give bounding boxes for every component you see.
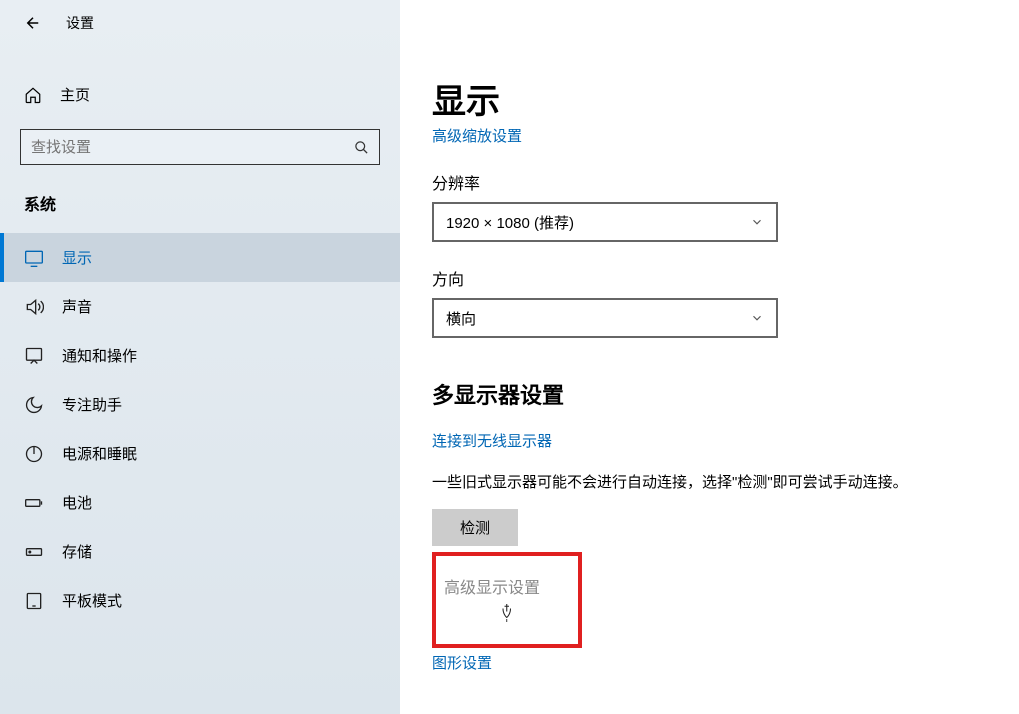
- sidebar-item-label: 显示: [62, 247, 92, 268]
- sidebar-item-label: 存储: [62, 541, 92, 562]
- sidebar-item-focus[interactable]: 专注助手: [0, 380, 400, 429]
- orientation-label: 方向: [432, 266, 995, 290]
- sidebar-home[interactable]: 主页: [20, 76, 380, 113]
- back-button[interactable]: [24, 14, 42, 32]
- detect-description: 一些旧式显示器可能不会进行自动连接，选择"检测"即可尝试手动连接。: [432, 471, 995, 495]
- search-icon: [354, 140, 369, 155]
- sidebar-item-label: 专注助手: [62, 394, 122, 415]
- power-icon: [24, 444, 44, 464]
- focus-icon: [24, 395, 44, 415]
- sidebar-item-label: 平板模式: [62, 590, 122, 611]
- sidebar-item-display[interactable]: 显示: [0, 233, 400, 282]
- multi-display-heading: 多显示器设置: [432, 378, 995, 410]
- sidebar-item-notifications[interactable]: 通知和操作: [0, 331, 400, 380]
- storage-icon: [24, 542, 44, 562]
- sidebar-item-battery[interactable]: 电池: [0, 478, 400, 527]
- wireless-display-link[interactable]: 连接到无线显示器: [432, 430, 552, 451]
- cursor-icon: [500, 602, 518, 624]
- sidebar-item-tablet[interactable]: 平板模式: [0, 576, 400, 625]
- battery-icon: [24, 493, 44, 513]
- sound-icon: [24, 297, 44, 317]
- chevron-down-icon: [750, 311, 764, 325]
- sidebar-item-storage[interactable]: 存储: [0, 527, 400, 576]
- orientation-value: 横向: [446, 308, 476, 329]
- main-content: 显示 高级缩放设置 分辨率 1920 × 1080 (推荐) 方向 横向 多显示…: [400, 0, 1019, 714]
- advanced-display-link[interactable]: 高级显示设置: [444, 580, 540, 597]
- titlebar: 设置: [0, 0, 400, 46]
- sidebar-item-sound[interactable]: 声音: [0, 282, 400, 331]
- sidebar-home-label: 主页: [60, 84, 90, 105]
- highlight-box: 高级显示设置: [432, 552, 582, 648]
- sidebar-item-label: 电池: [62, 492, 92, 513]
- orientation-dropdown[interactable]: 横向: [432, 298, 778, 338]
- graphics-settings-link[interactable]: 图形设置: [432, 652, 995, 673]
- display-icon: [24, 248, 44, 268]
- tablet-icon: [24, 591, 44, 611]
- sidebar-item-label: 声音: [62, 296, 92, 317]
- home-icon: [24, 86, 42, 104]
- notification-icon: [24, 346, 44, 366]
- detect-button[interactable]: 检测: [432, 509, 518, 546]
- page-title: 显示: [432, 74, 995, 123]
- scale-settings-link[interactable]: 高级缩放设置: [432, 125, 522, 146]
- window-title: 设置: [66, 13, 94, 33]
- sidebar: 设置 主页 系统 显示 声音: [0, 0, 400, 714]
- search-input[interactable]: [31, 139, 335, 156]
- sidebar-item-label: 电源和睡眠: [62, 443, 137, 464]
- resolution-value: 1920 × 1080 (推荐): [446, 212, 574, 233]
- resolution-dropdown[interactable]: 1920 × 1080 (推荐): [432, 202, 778, 242]
- sidebar-item-power[interactable]: 电源和睡眠: [0, 429, 400, 478]
- sidebar-item-label: 通知和操作: [62, 345, 137, 366]
- category-label: 系统: [20, 191, 380, 225]
- search-input-wrap[interactable]: [20, 129, 380, 165]
- chevron-down-icon: [750, 215, 764, 229]
- resolution-label: 分辨率: [432, 170, 995, 194]
- nav-list: 显示 声音 通知和操作 专注助手 电源和睡眠 电池: [0, 233, 400, 714]
